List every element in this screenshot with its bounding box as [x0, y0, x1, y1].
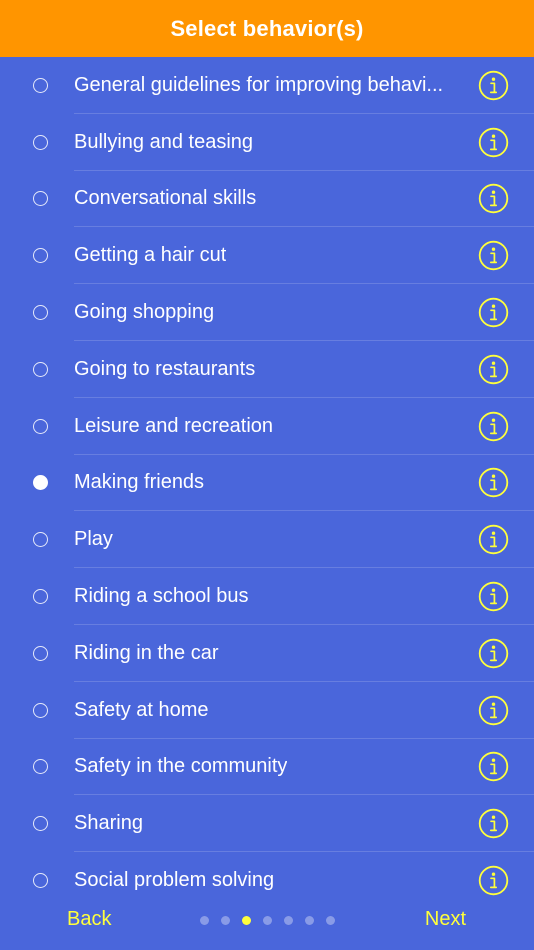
behavior-label-text: Riding a school bus — [74, 585, 249, 608]
behavior-label-text: Safety in the community — [74, 755, 288, 778]
info-circle-icon[interactable] — [478, 240, 509, 271]
behavior-label-text: Going shopping — [74, 301, 215, 324]
behavior-label-text: General guidelines for improving behavi.… — [74, 73, 444, 96]
back-button[interactable]: Back — [67, 908, 111, 931]
behavior-label: General guidelines for improving behavi.… — [74, 57, 464, 114]
radio-selected[interactable] — [33, 475, 48, 491]
behavior-label-text: Getting a hair cut — [74, 244, 227, 267]
behavior-label-text: Making friends — [74, 471, 205, 494]
behavior-row[interactable]: Riding a school bus — [0, 568, 534, 625]
behavior-label-text: Sharing — [74, 812, 143, 835]
behavior-label: Going shopping — [74, 284, 464, 341]
behavior-row[interactable]: Bullying and teasing — [0, 114, 534, 171]
behavior-row[interactable]: Going to restaurants — [0, 341, 534, 398]
info-circle-icon[interactable] — [478, 638, 509, 669]
radio-unselected[interactable] — [33, 361, 48, 377]
radio-unselected[interactable] — [33, 305, 48, 321]
behavior-label-text: Riding in the car — [74, 641, 219, 664]
page-dot — [221, 916, 230, 925]
info-circle-icon[interactable] — [478, 467, 509, 498]
behavior-row[interactable]: Making friends — [0, 455, 534, 512]
radio-unselected[interactable] — [33, 191, 48, 207]
page-dot — [263, 916, 272, 925]
behavior-label: Leisure and recreation — [74, 398, 464, 455]
behavior-row[interactable]: Play — [0, 511, 534, 568]
behavior-label-text: Safety at home — [74, 698, 209, 721]
info-circle-icon[interactable] — [478, 751, 509, 782]
radio-unselected[interactable] — [33, 418, 48, 434]
behavior-row[interactable]: General guidelines for improving behavi.… — [0, 57, 534, 114]
behavior-label: Play — [74, 511, 464, 568]
page-indicator — [200, 916, 335, 925]
page-dot-active — [242, 916, 251, 925]
radio-unselected[interactable] — [33, 589, 48, 605]
radio-unselected[interactable] — [33, 702, 48, 718]
behavior-label-text: Social problem solving — [74, 869, 275, 892]
info-circle-icon[interactable] — [478, 581, 509, 612]
page-title: Select behavior(s) — [170, 15, 364, 41]
nav-header: Select behavior(s) — [0, 0, 534, 57]
behavior-row[interactable]: Riding in the car — [0, 625, 534, 682]
radio-unselected[interactable] — [33, 134, 48, 150]
footer-bar: Back Next — [0, 898, 534, 946]
radio-unselected[interactable] — [33, 248, 48, 264]
radio-unselected[interactable] — [33, 873, 48, 889]
page-dot — [305, 916, 314, 925]
info-circle-icon[interactable] — [478, 183, 509, 214]
behavior-label: Riding in the car — [74, 625, 464, 682]
radio-unselected[interactable] — [33, 532, 48, 548]
behavior-row[interactable]: Going shopping — [0, 284, 534, 341]
radio-unselected[interactable] — [33, 645, 48, 661]
info-circle-icon[interactable] — [478, 865, 509, 896]
behavior-label: Riding a school bus — [74, 568, 464, 625]
info-circle-icon[interactable] — [478, 297, 509, 328]
behavior-label: Getting a hair cut — [74, 227, 464, 284]
info-circle-icon[interactable] — [478, 524, 509, 555]
info-circle-icon[interactable] — [478, 808, 509, 839]
info-circle-icon[interactable] — [478, 70, 509, 101]
info-circle-icon[interactable] — [478, 354, 509, 385]
behavior-label-text: Going to restaurants — [74, 357, 256, 380]
behavior-row[interactable]: Safety in the community — [0, 739, 534, 796]
radio-unselected[interactable] — [33, 816, 48, 832]
behavior-label: Safety in the community — [74, 739, 464, 796]
behavior-label: Safety at home — [74, 682, 464, 739]
behavior-label: Sharing — [74, 795, 464, 852]
behavior-row[interactable]: Getting a hair cut — [0, 227, 534, 284]
radio-unselected[interactable] — [33, 759, 48, 775]
behavior-label: Making friends — [74, 455, 464, 512]
behavior-row[interactable]: Leisure and recreation — [0, 398, 534, 455]
behavior-list: General guidelines for improving behavi.… — [0, 57, 534, 907]
behavior-row[interactable]: Conversational skills — [0, 171, 534, 228]
behavior-label: Going to restaurants — [74, 341, 464, 398]
behavior-row[interactable]: Sharing — [0, 795, 534, 852]
behavior-label: Bullying and teasing — [74, 114, 464, 171]
behavior-row[interactable]: Safety at home — [0, 682, 534, 739]
behavior-label-text: Conversational skills — [74, 187, 257, 210]
behavior-label: Conversational skills — [74, 171, 464, 228]
behavior-label-text: Play — [74, 528, 113, 551]
page-dot — [326, 916, 335, 925]
page-dot — [200, 916, 209, 925]
radio-unselected[interactable] — [33, 77, 48, 93]
behavior-label-text: Bullying and teasing — [74, 130, 254, 153]
info-circle-icon[interactable] — [478, 695, 509, 726]
info-circle-icon[interactable] — [478, 127, 509, 158]
page-dot — [284, 916, 293, 925]
behavior-label-text: Leisure and recreation — [74, 414, 274, 437]
info-circle-icon[interactable] — [478, 411, 509, 442]
next-button[interactable]: Next — [425, 908, 466, 931]
